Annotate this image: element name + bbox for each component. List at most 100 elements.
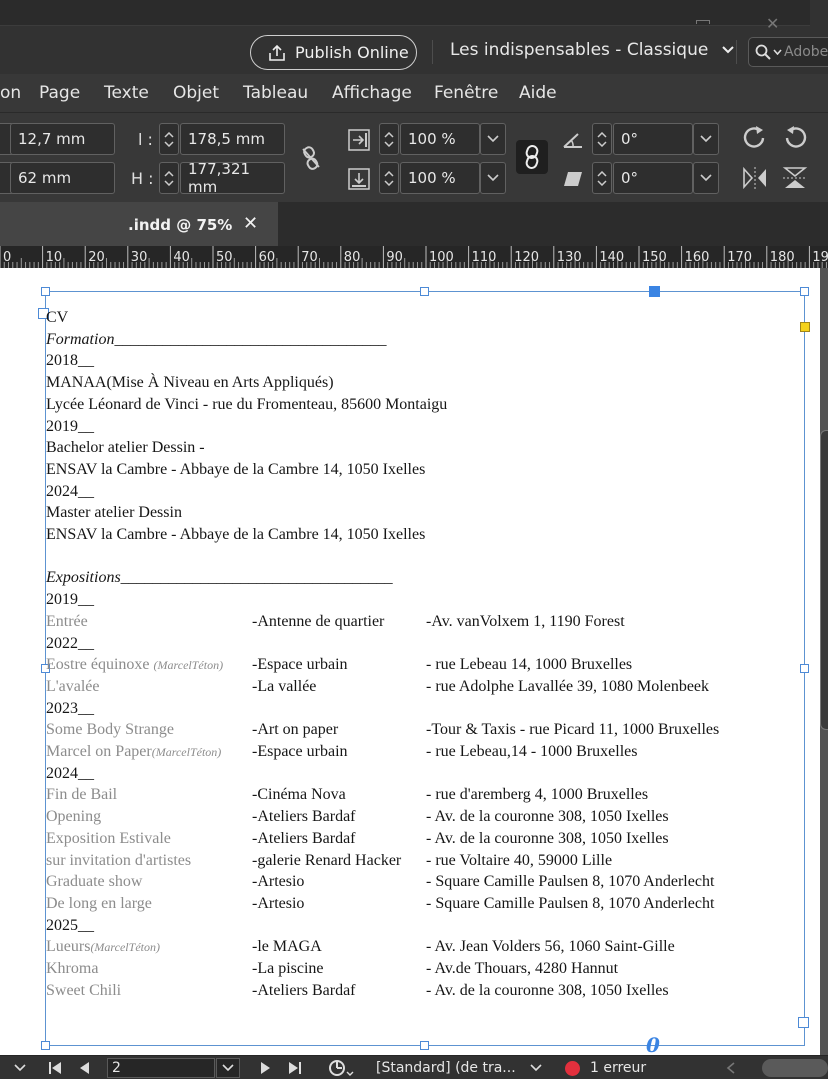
page-number-field[interactable]: 2 bbox=[107, 1058, 215, 1078]
scale-x-value: 100 % bbox=[408, 130, 456, 148]
resize-handle[interactable] bbox=[41, 287, 50, 296]
flip-horizontal-button[interactable] bbox=[740, 163, 770, 193]
chevron-down-icon bbox=[384, 140, 394, 147]
text-frame-out-port[interactable] bbox=[798, 1017, 809, 1028]
workspace-switcher[interactable]: Les indispensables - Classique bbox=[450, 40, 735, 60]
last-page-icon[interactable] bbox=[288, 1061, 302, 1075]
exposition-venue: -Espace urbain bbox=[252, 743, 348, 760]
close-tab-icon[interactable]: ✕ bbox=[243, 213, 258, 234]
shear-stepper[interactable] bbox=[592, 162, 612, 194]
chevron-down-icon bbox=[164, 140, 174, 147]
shear-dropdown[interactable] bbox=[693, 162, 719, 194]
flip-vertical-icon bbox=[782, 167, 808, 188]
scale-y-field[interactable]: 100 % bbox=[400, 162, 480, 194]
exposition-venue: -Artesio bbox=[252, 894, 305, 912]
exposition-address: - Av.de Thouars, 4280 Hannut bbox=[426, 960, 619, 977]
rotate-clockwise-button[interactable] bbox=[740, 123, 770, 153]
exposition-venue: -La piscine bbox=[252, 960, 324, 977]
x-position-field[interactable]: 12,7 mm bbox=[10, 123, 115, 155]
shear-field[interactable]: 0° bbox=[613, 162, 693, 194]
search-icon bbox=[755, 44, 771, 60]
exposition-venue: -La vallée bbox=[252, 677, 317, 695]
constrain-scale-button[interactable] bbox=[516, 140, 548, 174]
year-label: 2018__ bbox=[46, 352, 94, 370]
preflight-profile-icon[interactable] bbox=[328, 1059, 354, 1077]
scale-x-field[interactable]: 100 % bbox=[400, 123, 480, 155]
exposition-address: - rue Lebeau 14, 1000 Bruxelles bbox=[426, 656, 633, 674]
scroll-left-icon[interactable] bbox=[726, 1062, 736, 1074]
constrain-proportions-button[interactable] bbox=[298, 143, 324, 173]
next-page-icon[interactable] bbox=[260, 1061, 272, 1075]
publish-online-button[interactable]: Publish Online bbox=[250, 35, 417, 70]
exposition-note: (MarcelTéton) bbox=[151, 745, 222, 759]
horizontal-ruler[interactable]: 0 10 20 30 40 50 60 70 80 90 100 110 120 130 140 150 160… bbox=[0, 246, 828, 268]
chevron-down-icon[interactable] bbox=[14, 1064, 26, 1072]
resize-handle[interactable] bbox=[800, 287, 809, 296]
chevron-down-icon[interactable] bbox=[530, 1064, 542, 1072]
exposition-note: (MarcelTéton) bbox=[153, 658, 224, 673]
resize-handle[interactable] bbox=[41, 1041, 50, 1050]
exposition-row: De long en large -Artesio - Square Camille… bbox=[46, 895, 806, 913]
menu-item-partial[interactable]: on bbox=[0, 83, 21, 103]
horizontal-scrollbar-thumb[interactable] bbox=[762, 1059, 828, 1077]
rotation-stepper[interactable] bbox=[592, 123, 612, 155]
formation-line: ENSAV la Cambre - Abbaye de la Cambre 14… bbox=[46, 460, 426, 478]
menu-item-fenetre[interactable]: Fenêtre bbox=[434, 83, 498, 103]
heading-rule: __________________________________ bbox=[120, 569, 393, 587]
menu-item-page[interactable]: Page bbox=[39, 83, 80, 103]
flip-horizontal-icon bbox=[743, 166, 766, 190]
corner-options-handle[interactable] bbox=[800, 322, 810, 332]
text-frame-in-port[interactable] bbox=[649, 286, 660, 297]
year-label: 2019__ bbox=[46, 591, 94, 609]
exposition-row: Marcel on Paper(MarcelTéton) -Espace urba… bbox=[46, 743, 806, 761]
rotation-field[interactable]: 0° bbox=[613, 123, 693, 155]
exposition-address: - rue Voltaire 40, 59000 Lille bbox=[426, 851, 613, 869]
menu-item-objet[interactable]: Objet bbox=[173, 83, 219, 103]
divider bbox=[736, 40, 737, 64]
menu-item-texte[interactable]: Texte bbox=[104, 83, 149, 103]
section-heading-formation: Formation_______________________________… bbox=[46, 331, 386, 349]
y-position-field[interactable]: 62 mm bbox=[10, 162, 115, 194]
preflight-profile-label[interactable]: [Standard] (de tra... bbox=[376, 1060, 516, 1076]
cv-title: CV bbox=[46, 309, 69, 326]
document-tab[interactable]: .indd @ 75% ✕ bbox=[0, 202, 278, 246]
rotate-clockwise-icon bbox=[743, 126, 765, 148]
resize-handle[interactable] bbox=[420, 287, 429, 296]
control-panel: 12,7 mm 62 mm l : 178,5 mm H : 177,321 m… bbox=[0, 112, 828, 202]
search-input[interactable]: Adobe bbox=[748, 37, 828, 67]
first-page-icon[interactable] bbox=[48, 1061, 62, 1075]
window-title-strip: ✕ bbox=[0, 0, 810, 33]
ruler-tick-label: 120 bbox=[514, 250, 539, 265]
scale-y-dropdown[interactable] bbox=[480, 162, 506, 194]
page-number-dropdown[interactable] bbox=[216, 1058, 240, 1078]
menu-item-tableau[interactable]: Tableau bbox=[243, 83, 308, 103]
height-field[interactable]: 177,321 mm bbox=[180, 160, 285, 196]
width-stepper[interactable] bbox=[159, 123, 179, 155]
chevron-up-icon bbox=[164, 131, 174, 138]
scale-y-stepper[interactable] bbox=[379, 162, 399, 194]
scale-x-stepper[interactable] bbox=[379, 123, 399, 155]
exposition-note: (MarcelTéton) bbox=[90, 940, 160, 955]
height-stepper[interactable] bbox=[159, 162, 179, 194]
scale-x-dropdown[interactable] bbox=[480, 123, 506, 155]
exposition-title: Graduate show bbox=[46, 873, 143, 891]
close-window-icon[interactable]: ✕ bbox=[766, 14, 779, 33]
error-count-label[interactable]: 1 erreur bbox=[590, 1060, 646, 1076]
chevron-down-icon bbox=[164, 179, 174, 186]
menu-item-affichage[interactable]: Affichage bbox=[332, 83, 412, 103]
width-field[interactable]: 178,5 mm bbox=[180, 123, 285, 155]
resize-handle[interactable] bbox=[420, 1041, 429, 1050]
exposition-venue: -le MAGA bbox=[252, 938, 322, 956]
rotate-counterclockwise-button[interactable] bbox=[780, 123, 810, 153]
panel-collapse-tab[interactable] bbox=[820, 430, 828, 730]
broken-link-icon bbox=[302, 146, 320, 170]
flip-vertical-button[interactable] bbox=[780, 163, 810, 193]
exposition-title: Exposition Estivale bbox=[46, 829, 171, 847]
ruler-tick-label: 0 bbox=[3, 250, 11, 265]
exposition-venue: -Espace urbain bbox=[252, 656, 348, 674]
minimize-icon[interactable] bbox=[696, 20, 710, 24]
rotation-dropdown[interactable] bbox=[693, 123, 719, 155]
previous-page-icon[interactable] bbox=[78, 1061, 90, 1075]
section-heading-expositions: Expositions_____________________________… bbox=[46, 569, 393, 587]
menu-item-aide[interactable]: Aide bbox=[519, 83, 557, 103]
